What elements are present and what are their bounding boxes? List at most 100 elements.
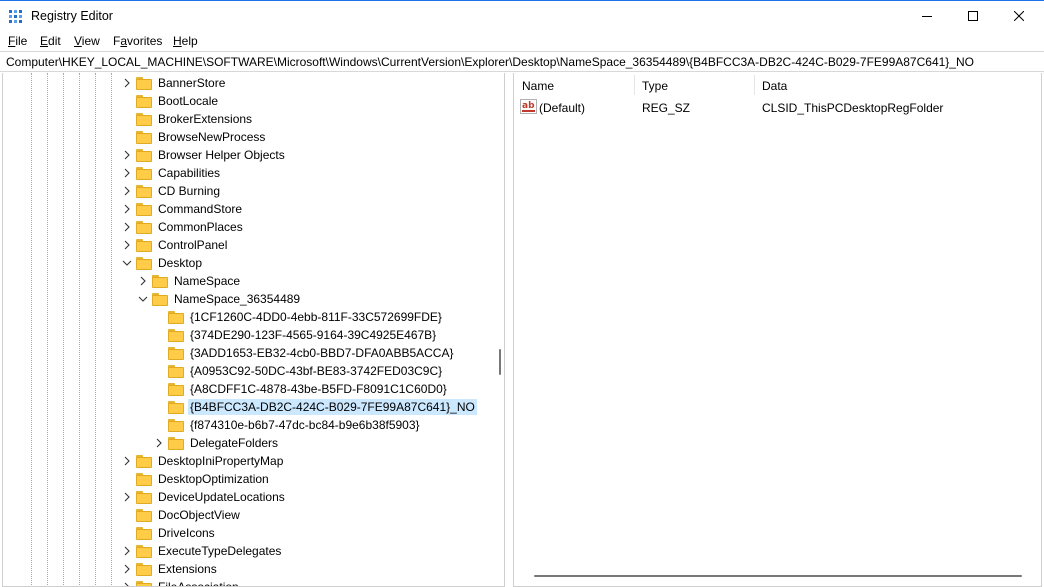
tree-node[interactable]: CD Burning — [119, 182, 222, 200]
column-separator[interactable] — [754, 75, 755, 95]
list-horizontal-scrollbar[interactable] — [514, 569, 1041, 583]
chevron-right-icon[interactable] — [151, 434, 167, 452]
menu-help[interactable]: Help — [173, 34, 198, 48]
chevron-right-icon[interactable] — [119, 218, 135, 236]
tree-guide-line — [95, 73, 96, 586]
tree-node-label: DocObjectView — [158, 508, 240, 522]
chevron-right-icon[interactable] — [119, 488, 135, 506]
chevron-right-icon[interactable] — [119, 236, 135, 254]
tree-node-label: Desktop — [158, 256, 203, 270]
tree-node[interactable]: DocObjectView — [119, 506, 242, 524]
maximize-button[interactable] — [950, 1, 996, 31]
tree-node[interactable]: NameSpace_36354489 — [135, 290, 302, 308]
registry-editor-icon — [9, 10, 23, 24]
chevron-down-icon[interactable] — [135, 290, 151, 308]
chevron-right-icon[interactable] — [119, 146, 135, 164]
tree-node[interactable]: ExecuteTypeDelegates — [119, 542, 283, 560]
folder-icon — [135, 166, 153, 180]
tree-node-label: {B4BFCC3A-DB2C-424C-B029-7FE99A87C641}_N… — [188, 399, 477, 415]
folder-icon — [135, 112, 153, 126]
tree-node[interactable]: CommonPlaces — [119, 218, 245, 236]
tree-node[interactable]: DesktopIniPropertyMap — [119, 452, 285, 470]
tree-node[interactable]: BrowseNewProcess — [119, 128, 267, 146]
tree-node[interactable]: {374DE290-123F-4565-9164-39C4925E467B} — [151, 326, 438, 344]
tree-node[interactable]: BannerStore — [119, 74, 227, 92]
close-button[interactable] — [996, 1, 1042, 31]
column-header-name[interactable]: Name — [522, 79, 554, 93]
menu-edit[interactable]: Edit — [40, 34, 61, 48]
folder-icon — [135, 238, 153, 252]
column-separator[interactable] — [634, 75, 635, 95]
tree-node-label: CommandStore — [158, 202, 243, 216]
chevron-down-icon[interactable] — [119, 254, 135, 272]
tree-node[interactable]: {A0953C92-50DC-43bf-BE83-3742FED03C9C} — [151, 362, 444, 380]
pane-splitter[interactable] — [505, 73, 513, 587]
tree-node[interactable]: {3ADD1653-EB32-4cb0-BBD7-DFA0ABB5ACCA} — [151, 344, 455, 362]
tree-node[interactable]: {B4BFCC3A-DB2C-424C-B029-7FE99A87C641}_N… — [151, 398, 477, 416]
tree-node[interactable]: Browser Helper Objects — [119, 146, 287, 164]
tree-node[interactable]: CommandStore — [119, 200, 244, 218]
chevron-right-icon[interactable] — [119, 560, 135, 578]
tree-node[interactable]: {A8CDFF1C-4878-43be-B5FD-F8091C1C60D0} — [151, 380, 449, 398]
menu-view[interactable]: View — [74, 34, 100, 48]
folder-icon — [135, 148, 153, 162]
tree-node[interactable]: DelegateFolders — [151, 434, 280, 452]
tree-node-label: BrokerExtensions — [158, 112, 253, 126]
tree-node[interactable]: BootLocale — [119, 92, 220, 110]
tree-node[interactable]: {1CF1260C-4DD0-4ebb-811F-33C572699FDE} — [151, 308, 444, 326]
folder-icon — [135, 454, 153, 468]
tree-node-label: {374DE290-123F-4565-9164-39C4925E467B} — [190, 328, 437, 342]
chevron-right-icon[interactable] — [119, 200, 135, 218]
title-bar[interactable]: Registry Editor — [0, 0, 1044, 31]
chevron-right-icon[interactable] — [119, 182, 135, 200]
folder-icon — [167, 310, 185, 324]
column-header-type[interactable]: Type — [642, 79, 668, 93]
tree-node[interactable]: DriveIcons — [119, 524, 217, 542]
tree-scroll-thumb[interactable] — [499, 349, 501, 375]
tree-node[interactable]: Capabilities — [119, 164, 222, 182]
menu-file[interactable]: File — [8, 34, 27, 48]
tree-node[interactable]: BrokerExtensions — [119, 110, 254, 128]
tree-node[interactable]: DesktopOptimization — [119, 470, 271, 488]
menu-label-rest: ile — [15, 34, 28, 48]
column-header-data[interactable]: Data — [762, 79, 787, 93]
address-path[interactable]: Computer\HKEY_LOCAL_MACHINE\SOFTWARE\Mic… — [6, 55, 974, 69]
tree-guide-line — [63, 73, 64, 586]
tree-node-label: DelegateFolders — [190, 436, 279, 450]
list-scroll-thumb[interactable] — [534, 575, 1022, 577]
chevron-right-icon[interactable] — [119, 452, 135, 470]
chevron-right-icon[interactable] — [119, 164, 135, 182]
value-row[interactable]: ab (Default) REG_SZ CLSID_ThisPCDesktopR… — [514, 97, 1041, 117]
tree-node[interactable]: {f874310e-b6b7-47dc-bc84-b9e6b38f5903} — [151, 416, 422, 434]
tree-node[interactable]: FileAssociation — [119, 578, 241, 586]
tree-node[interactable]: DeviceUpdateLocations — [119, 488, 287, 506]
folder-icon — [135, 184, 153, 198]
chevron-right-icon[interactable] — [135, 272, 151, 290]
tree-node-label: {f874310e-b6b7-47dc-bc84-b9e6b38f5903} — [190, 418, 420, 432]
tree-node[interactable]: ControlPanel — [119, 236, 229, 254]
tree-node[interactable]: NameSpace — [135, 272, 242, 290]
chevron-right-icon[interactable] — [119, 578, 135, 586]
chevron-right-icon[interactable] — [119, 542, 135, 560]
folder-icon — [151, 274, 169, 288]
chevron-right-icon[interactable] — [119, 74, 135, 92]
values-list[interactable]: Name Type Data ab (Default) REG_SZ CLSID… — [513, 73, 1042, 587]
menu-favorites[interactable]: Favorites — [113, 34, 162, 48]
folder-icon — [135, 76, 153, 90]
folder-icon — [167, 364, 185, 378]
tree-guide-line — [111, 73, 112, 586]
address-bar[interactable]: Computer\HKEY_LOCAL_MACHINE\SOFTWARE\Mic… — [0, 51, 1044, 72]
tree-node[interactable]: Extensions — [119, 560, 219, 578]
close-icon — [1014, 11, 1024, 21]
tree-guide-line — [47, 73, 48, 586]
minimize-button[interactable] — [904, 1, 950, 31]
tree-node[interactable]: Desktop — [119, 254, 204, 272]
window-title: Registry Editor — [31, 9, 113, 23]
tree-vertical-scrollbar[interactable] — [495, 73, 504, 586]
registry-tree[interactable]: BannerStore BootLocale BrokerExtensions Bro… — [2, 73, 505, 587]
tree-node-label: DeviceUpdateLocations — [158, 490, 285, 504]
